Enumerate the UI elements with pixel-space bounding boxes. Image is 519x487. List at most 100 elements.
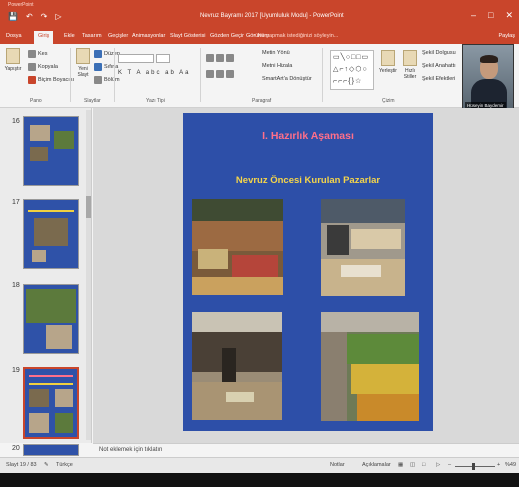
zoom-slider[interactable]: [455, 466, 495, 467]
zoom-out-icon[interactable]: –: [448, 462, 451, 468]
quick-access-toolbar: 💾 ↶ ↷ ▷: [8, 12, 62, 21]
reset-icon: [94, 63, 102, 71]
thumbnail-photo: [54, 131, 74, 149]
quick-styles-button[interactable]: Hızlı Stiller: [400, 50, 420, 80]
tab-file[interactable]: Dosya: [6, 33, 22, 39]
convert-smartart-button[interactable]: SmartArt'a Dönüştür: [262, 76, 312, 82]
shape-fill-button[interactable]: Şekil Dolgusu: [422, 50, 456, 56]
notes-pane[interactable]: Not eklemek için tıklatın: [93, 443, 519, 457]
text-direction-button[interactable]: Metin Yönü: [262, 50, 290, 56]
taskbar-strip: [0, 473, 519, 487]
group-font-label: Yazı Tipi: [146, 98, 165, 104]
layout-button[interactable]: Düzen: [94, 50, 120, 58]
slide-thumbnail-19[interactable]: [23, 367, 79, 439]
thumbnail-number: 17: [12, 199, 20, 206]
zoom-level[interactable]: %49: [505, 462, 516, 468]
shape-effects-button[interactable]: Şekil Efektleri: [422, 76, 455, 82]
slide-thumbnail-18[interactable]: [23, 284, 79, 354]
clipboard-icon: [6, 48, 20, 64]
market-photo-4[interactable]: [321, 312, 419, 421]
zoom-in-icon[interactable]: +: [497, 462, 500, 468]
group-clipboard-label: Pano: [30, 98, 42, 104]
font-format-buttons[interactable]: K T A abc ab Aa: [118, 70, 190, 76]
market-photo-2[interactable]: [321, 199, 405, 296]
tab-transitions[interactable]: Geçişler: [108, 33, 128, 39]
slideshow-icon[interactable]: ▷: [436, 462, 440, 468]
section-icon: [94, 76, 102, 84]
thumbnail-number: 18: [12, 282, 20, 289]
format-painter-button[interactable]: Biçim Boyacısı: [28, 76, 74, 84]
market-photo-1[interactable]: [192, 199, 283, 295]
minimize-icon[interactable]: –: [471, 10, 476, 21]
tell-me-search[interactable]: ♀ Ne yapmak istediğinizi söyleyin...: [252, 33, 338, 39]
zoom-slider-thumb[interactable]: [472, 463, 475, 470]
tab-insert[interactable]: Ekle: [64, 33, 75, 39]
ribbon-divider: [200, 48, 201, 102]
slide-subheading[interactable]: Nevruz Öncesi Kurulan Pazarlar: [183, 175, 433, 186]
redo-icon[interactable]: ↷: [41, 12, 48, 21]
language-indicator[interactable]: Türkçe: [56, 462, 73, 468]
align-buttons[interactable]: [206, 70, 234, 78]
paste-button[interactable]: Yapıştır: [3, 48, 23, 72]
tab-animations[interactable]: Animasyonlar: [132, 33, 165, 39]
close-icon[interactable]: ✕: [505, 10, 513, 21]
bullets-button[interactable]: [206, 54, 234, 62]
thumbnail-title: [29, 375, 73, 377]
normal-view-icon[interactable]: ▦: [398, 462, 403, 468]
reading-view-icon[interactable]: □: [422, 462, 425, 468]
slide-sorter-icon[interactable]: ◫: [410, 462, 415, 468]
restore-icon[interactable]: □: [488, 10, 493, 21]
share-button[interactable]: Paylaş: [498, 33, 515, 39]
market-photo-3[interactable]: [192, 312, 282, 420]
section-button[interactable]: Bölüm: [94, 76, 120, 84]
scrollbar-thumb[interactable]: [86, 196, 91, 218]
cut-button[interactable]: Kes: [28, 50, 47, 58]
spellcheck-icon[interactable]: ✎: [44, 462, 49, 468]
ribbon-divider: [322, 48, 323, 102]
present-icon[interactable]: ▷: [55, 12, 61, 21]
notes-placeholder[interactable]: Not eklemek için tıklatın: [99, 447, 162, 453]
tab-slideshow[interactable]: Slayt Gösterisi: [170, 33, 205, 39]
notes-toggle[interactable]: Notlar: [330, 462, 345, 468]
thumbnail-subtitle: [29, 383, 73, 385]
font-size-select[interactable]: [156, 54, 170, 63]
slide-thumbnail-17[interactable]: [23, 199, 79, 269]
presenter-hair: [480, 55, 498, 63]
thumbnail-photo: [30, 147, 48, 161]
group-drawing-label: Çizim: [382, 98, 395, 104]
document-title: Nevruz Bayramı 2017 [Uyumluluk Modu] - P…: [200, 13, 344, 19]
thumbnail-photo: [30, 125, 50, 141]
new-slide-button[interactable]: Yeni Slayt: [74, 48, 92, 78]
ribbon-tabs: Dosya Giriş Ekle Tasarım Geçişler Animas…: [0, 30, 519, 44]
thumbnail-photo: [34, 218, 68, 246]
save-icon[interactable]: 💾: [8, 12, 18, 21]
align-right-icon: [226, 70, 234, 78]
ribbon-divider: [70, 48, 71, 102]
slide-heading[interactable]: I. Hazırlık Aşaması: [183, 130, 433, 142]
arrange-button[interactable]: Yerleştir: [378, 50, 398, 74]
current-slide[interactable]: I. Hazırlık Aşaması Nevruz Öncesi Kurula…: [183, 113, 433, 431]
indent-icon: [226, 54, 234, 62]
thumbnail-photo: [55, 389, 73, 407]
quick-styles-icon: [403, 50, 417, 66]
window-controls: – □ ✕: [471, 10, 513, 21]
title-bar: PowerPoint 💾 ↶ ↷ ▷ Nevruz Bayramı 2017 […: [0, 0, 519, 30]
align-text-button[interactable]: Metni Hizala: [262, 63, 292, 69]
tab-home[interactable]: Giriş: [34, 31, 54, 44]
webcam-overlay: Hüseyin Baydemir: [462, 44, 514, 112]
tab-design[interactable]: Tasarım: [82, 33, 102, 39]
comments-toggle[interactable]: Açıklamalar: [362, 462, 391, 468]
undo-icon[interactable]: ↶: [26, 12, 33, 21]
tab-review[interactable]: Gözden Geçir: [210, 33, 244, 39]
copy-button[interactable]: Kopyala: [28, 63, 58, 71]
thumbnail-number: 16: [12, 118, 20, 125]
shapes-gallery[interactable]: ▭╲○□□▭ △⌐↑◇⬡○ ⌐⌐⌐{}☆: [330, 50, 374, 90]
shape-outline-button[interactable]: Şekil Anahattı: [422, 63, 456, 69]
thumbnail-scrollbar[interactable]: [86, 110, 91, 440]
slide-thumbnail-20[interactable]: [23, 444, 79, 456]
group-paragraph-label: Paragraf: [252, 98, 272, 104]
font-family-select[interactable]: [118, 54, 154, 63]
brush-icon: [28, 76, 36, 84]
slide-thumbnail-16[interactable]: [23, 116, 79, 186]
arrange-icon: [381, 50, 395, 66]
